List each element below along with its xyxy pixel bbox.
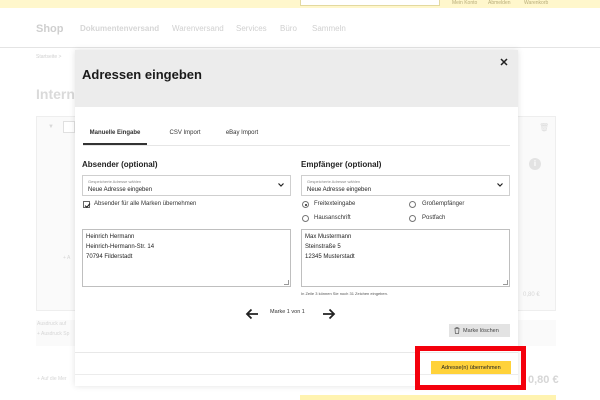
page-title: Intern	[36, 86, 75, 102]
tabs-divider	[83, 145, 510, 146]
resize-handle-icon[interactable]	[503, 280, 508, 285]
apply-addresses-button[interactable]: Adresse(n) übernehmen	[431, 361, 511, 374]
sender-address-select[interactable]: Gespeicherte Adresse wählen Neue Adresse…	[82, 175, 291, 196]
background-checkbox[interactable]	[63, 121, 75, 133]
nav-item-warenversand[interactable]: Warenversand	[172, 24, 224, 33]
radio-freitexteingabe-label: Freitexteingabe	[314, 201, 356, 207]
select-caption: Gespeicherte Adresse wählen	[88, 179, 142, 184]
checkmark-icon	[84, 203, 91, 208]
background-trash-icon[interactable]: 🗑	[539, 123, 549, 132]
nav-item-buero[interactable]: Büro	[280, 24, 297, 33]
sender-line-3: 70794 Filderstadt	[86, 254, 133, 260]
recipient-line-1: Max Mustermann	[305, 234, 352, 240]
breadcrumb[interactable]: Startseite >	[36, 54, 61, 60]
tab-manual-entry[interactable]: Manuelle Eingabe	[83, 124, 147, 145]
select-caption: Gespeicherte Adresse wählen	[307, 179, 361, 184]
address-dialog: Adressen eingeben ✕ Manuelle Eingabe CSV…	[75, 50, 518, 386]
radio-freitexteingabe[interactable]	[302, 201, 309, 208]
apply-sender-all-label: Absender für alle Marken übernehmen	[94, 201, 197, 207]
radio-hausanschrift-label: Hausanschrift	[314, 215, 351, 221]
background-link-a[interactable]: + A	[63, 255, 70, 261]
dialog-header: Adressen eingeben ✕	[75, 50, 518, 107]
close-icon[interactable]: ✕	[498, 57, 510, 69]
cart-link[interactable]: Warenkorb	[524, 0, 548, 6]
select-value: Neue Adresse eingeben	[88, 187, 153, 193]
dialog-title: Adressen eingeben	[82, 67, 202, 82]
background-total-price: 0,80 €	[528, 374, 559, 386]
tab-label: CSV Import	[169, 130, 201, 136]
recipient-address-textarea[interactable]: Max Mustermann Steinstraße 5 12345 Muste…	[301, 229, 510, 287]
radio-grossempfaenger[interactable]	[409, 201, 416, 208]
radio-postfach[interactable]	[409, 215, 416, 222]
sender-line-1: Heinrich Hermann	[86, 234, 135, 240]
delete-stamp-label: Marke löschen	[463, 327, 499, 334]
sender-line-2: Heinrich-Hermann-Str. 14	[86, 244, 155, 250]
background-print-text: Ausdruck auf	[37, 321, 67, 327]
nav-item-dokumentenversand[interactable]: Dokumentenversand	[80, 24, 159, 33]
recipient-line-3: 12345 Musterstadt	[305, 254, 355, 260]
account-link[interactable]: Mein Konto	[452, 0, 477, 6]
delete-stamp-button[interactable]: Marke löschen	[449, 324, 510, 337]
apply-sender-all-checkbox[interactable]	[83, 201, 91, 208]
nav-item-services[interactable]: Services	[236, 24, 267, 33]
trash-icon	[454, 327, 460, 334]
shop-brand[interactable]: Shop	[36, 23, 64, 35]
tab-csv-import[interactable]: CSV Import	[153, 124, 217, 145]
background-print-link[interactable]: + Ausdruck Sp	[37, 331, 69, 337]
resize-handle-icon[interactable]	[284, 280, 289, 285]
background-yellow-bar	[300, 395, 556, 400]
next-arrow-icon[interactable]	[322, 308, 336, 320]
recipient-address-select[interactable]: Gespeicherte Adresse wählen Neue Adresse…	[301, 175, 510, 196]
pager-label: Marke 1 von 1	[270, 309, 305, 315]
select-value: Neue Adresse eingeben	[307, 187, 372, 193]
recipient-line-2: Steinstraße 5	[305, 244, 341, 250]
sender-title: Absender (optional)	[82, 160, 158, 169]
collapse-triangle-icon[interactable]: ▼	[48, 124, 54, 130]
recipient-title: Empfänger (optional)	[301, 160, 382, 169]
background-price: 0,80 €	[523, 292, 540, 298]
background-bottom-link[interactable]: + Auf die Mer	[37, 376, 67, 382]
info-icon[interactable]: i	[529, 158, 541, 170]
radio-postfach-label: Postfach	[422, 215, 446, 221]
radio-hausanschrift[interactable]	[302, 215, 309, 222]
chevron-down-icon	[497, 183, 503, 187]
radio-grossempfaenger-label: Großempfänger	[422, 201, 465, 207]
tab-ebay-import[interactable]: eBay Import	[211, 124, 273, 145]
top-search-input[interactable]	[300, 0, 440, 6]
chevron-down-icon	[278, 183, 284, 187]
tab-label: Manuelle Eingabe	[89, 130, 141, 136]
nav-item-sammeln[interactable]: Sammeln	[312, 24, 346, 33]
character-hint: In Zeile 3 können Sie noch 31 Zeichen ei…	[301, 291, 388, 296]
tab-label: eBay Import	[225, 130, 259, 136]
sender-address-textarea[interactable]: Heinrich Hermann Heinrich-Hermann-Str. 1…	[82, 229, 291, 287]
logout-link[interactable]: Abmelden	[488, 0, 511, 6]
previous-arrow-icon[interactable]	[245, 308, 259, 320]
